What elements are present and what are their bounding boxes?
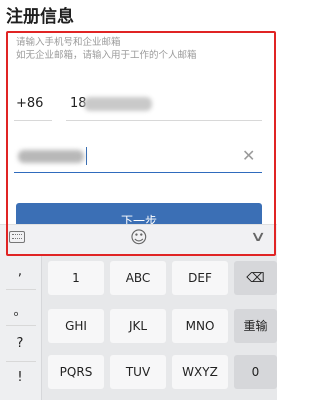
chevron-down-icon[interactable]: ∨ — [250, 229, 266, 245]
key-def[interactable]: DEF — [172, 261, 228, 295]
symbol-key-question[interactable]: ? — [0, 336, 40, 351]
keyboard-toolbar: ☺ ∨ — [0, 224, 277, 254]
key-0[interactable]: 0 — [234, 355, 277, 389]
symbol-column: , 。 ? ! — [0, 254, 42, 400]
key-wxyz[interactable]: WXYZ — [172, 355, 228, 389]
key-abc[interactable]: ABC — [110, 261, 166, 295]
input-hint-line-1: 请输入手机号和企业邮箱 — [16, 37, 121, 48]
symbol-key-period[interactable]: 。 — [0, 300, 40, 319]
key-jkl[interactable]: JKL — [110, 309, 166, 343]
key-tuv[interactable]: TUV — [110, 355, 166, 389]
country-code-select[interactable]: +86 — [16, 96, 43, 111]
text-caret — [86, 147, 87, 165]
close-icon[interactable]: ✕ — [242, 146, 255, 165]
symbol-key-comma[interactable]: , — [0, 264, 40, 279]
backspace-key[interactable]: ⌫ — [234, 261, 277, 295]
key-ghi[interactable]: GHI — [48, 309, 104, 343]
reenter-key[interactable]: 重输 — [234, 309, 277, 343]
email-input[interactable] — [18, 150, 84, 163]
key-pqrs[interactable]: PQRS — [48, 355, 104, 389]
backspace-icon: ⌫ — [246, 271, 265, 286]
phone-underline — [66, 120, 262, 121]
input-hint-line-2: 如无企业邮箱，请输入用于工作的个人邮箱 — [16, 50, 197, 61]
page-title: 注册信息 — [6, 7, 74, 27]
emoji-icon[interactable]: ☺ — [130, 228, 148, 248]
symbol-key-exclaim[interactable]: ! — [0, 370, 40, 385]
key-1[interactable]: 1 — [48, 261, 104, 295]
country-code-underline — [14, 120, 52, 121]
keyboard-icon[interactable] — [9, 231, 25, 243]
phone-redacted-mask — [84, 97, 152, 111]
divider — [6, 325, 36, 326]
divider — [6, 289, 36, 290]
email-underline — [14, 172, 262, 173]
key-mno[interactable]: MNO — [172, 309, 228, 343]
divider — [6, 361, 36, 362]
